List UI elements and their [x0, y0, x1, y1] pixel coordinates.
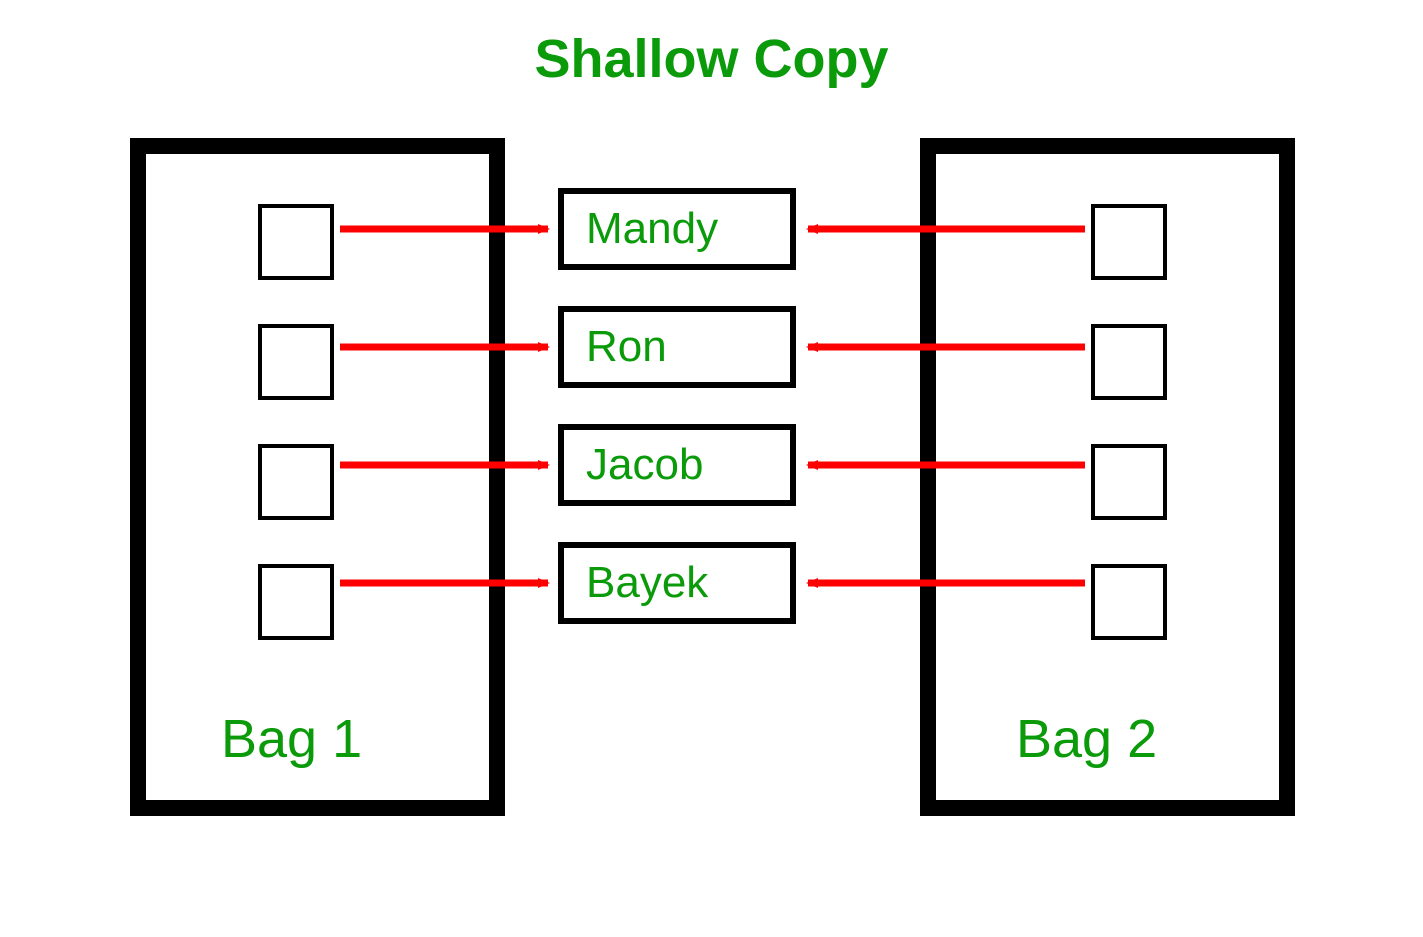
bag-1-container: Bag 1 [130, 138, 505, 816]
bag-2-slot [1091, 324, 1167, 400]
bag-1-slot [258, 444, 334, 520]
bag-2-slot [1091, 444, 1167, 520]
bag-2-container: Bag 2 [920, 138, 1295, 816]
bag-2-slot [1091, 564, 1167, 640]
diagram-title: Shallow Copy [0, 28, 1423, 90]
shared-value-box: Mandy [558, 188, 796, 270]
bag-1-slot [258, 204, 334, 280]
shared-values-column: Mandy Ron Jacob Bayek [558, 188, 796, 660]
bag-1-slot [258, 324, 334, 400]
bag-1-label: Bag 1 [221, 708, 362, 770]
bag-2-slot [1091, 204, 1167, 280]
shared-value-box: Ron [558, 306, 796, 388]
shared-value-box: Bayek [558, 542, 796, 624]
bag-2-label: Bag 2 [1016, 708, 1157, 770]
shared-value-box: Jacob [558, 424, 796, 506]
bag-1-slot [258, 564, 334, 640]
